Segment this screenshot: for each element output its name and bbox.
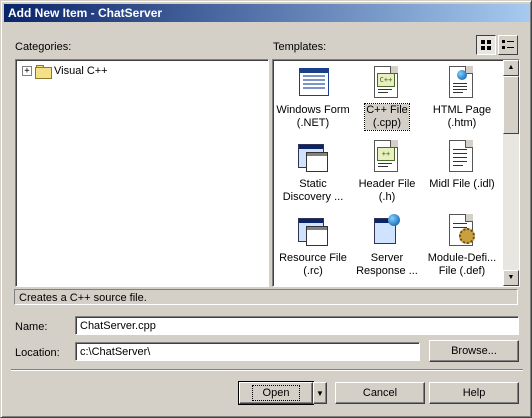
resource-file-icon bbox=[296, 214, 330, 248]
browse-button[interactable]: Browse... bbox=[429, 340, 519, 362]
down-arrow-icon: ▼ bbox=[507, 274, 515, 281]
help-button[interactable]: Help bbox=[429, 382, 519, 404]
header-file-icon: ++ bbox=[370, 140, 404, 174]
tree-item-visual-cpp[interactable]: + Visual C++ bbox=[22, 65, 108, 79]
categories-tree[interactable]: + Visual C++ bbox=[15, 59, 269, 287]
cpp-file-icon: C++ bbox=[370, 66, 404, 100]
scroll-down-button[interactable]: ▼ bbox=[503, 270, 519, 286]
module-def-icon bbox=[445, 214, 479, 248]
up-arrow-icon: ▲ bbox=[507, 64, 515, 71]
chevron-down-icon: ▼ bbox=[316, 389, 324, 398]
template-label: HTML Page (.htm) bbox=[432, 104, 492, 129]
server-response-icon bbox=[370, 214, 404, 248]
template-label: Windows Form (.NET) bbox=[276, 104, 350, 129]
template-cpp-file[interactable]: C++ C++ File (.cpp) bbox=[348, 66, 426, 131]
small-icons-view-button[interactable] bbox=[498, 35, 518, 55]
midl-file-icon bbox=[445, 140, 479, 174]
templates-scrollbar[interactable]: ▲ ▼ bbox=[503, 60, 519, 286]
template-midl-file[interactable]: Midl File (.idl) bbox=[423, 140, 501, 191]
template-label: Midl File (.idl) bbox=[429, 178, 495, 190]
template-server-response[interactable]: Server Response ... bbox=[348, 214, 426, 278]
template-label: C++ File (.cpp) bbox=[364, 103, 410, 131]
location-input[interactable]: c:\ChatServer\ bbox=[75, 342, 420, 361]
templates-list[interactable]: Windows Form (.NET) C++ C++ File (.cpp) HT… bbox=[272, 59, 520, 287]
expand-icon[interactable]: + bbox=[22, 66, 32, 76]
windows-form-icon bbox=[296, 66, 330, 100]
scroll-up-button[interactable]: ▲ bbox=[503, 60, 519, 76]
template-description: Creates a C++ source file. bbox=[14, 289, 518, 305]
static-discovery-icon bbox=[296, 140, 330, 174]
template-label: Static Discovery ... bbox=[282, 178, 344, 203]
name-label: Name: bbox=[15, 321, 48, 333]
large-icons-view-button[interactable] bbox=[476, 35, 496, 55]
separator bbox=[11, 369, 523, 371]
html-page-icon bbox=[445, 66, 479, 100]
template-label: Header File (.h) bbox=[358, 178, 416, 203]
tree-item-label: Visual C++ bbox=[54, 65, 108, 77]
location-label: Location: bbox=[15, 347, 60, 359]
templates-label: Templates: bbox=[273, 41, 327, 53]
template-label: Server Response ... bbox=[356, 252, 418, 277]
window-title: Add New Item - ChatServer bbox=[8, 6, 163, 20]
name-input[interactable]: ChatServer.cpp bbox=[75, 316, 519, 335]
template-resource-file[interactable]: Resource File (.rc) bbox=[274, 214, 352, 278]
scroll-thumb[interactable] bbox=[503, 76, 519, 134]
add-new-item-dialog: Add New Item - ChatServer Categories: Te… bbox=[0, 0, 532, 418]
folder-icon bbox=[35, 65, 52, 79]
template-module-def[interactable]: Module-Defi... File (.def) bbox=[423, 214, 501, 278]
template-label: Module-Defi... File (.def) bbox=[427, 252, 497, 277]
large-icons-view-icon bbox=[481, 40, 491, 50]
template-label: Resource File (.rc) bbox=[279, 252, 347, 277]
title-bar[interactable]: Add New Item - ChatServer bbox=[4, 4, 530, 22]
categories-label: Categories: bbox=[15, 41, 72, 53]
template-header-file[interactable]: ++ Header File (.h) bbox=[348, 140, 426, 204]
open-dropdown-button[interactable]: ▼ bbox=[313, 382, 327, 404]
template-html-page[interactable]: HTML Page (.htm) bbox=[423, 66, 501, 130]
cancel-button[interactable]: Cancel bbox=[335, 382, 425, 404]
open-button-label: Open bbox=[251, 385, 301, 401]
list-view-icon bbox=[502, 40, 514, 50]
template-windows-form[interactable]: Windows Form (.NET) bbox=[274, 66, 352, 130]
template-static-discovery[interactable]: Static Discovery ... bbox=[274, 140, 352, 204]
open-button[interactable]: Open bbox=[238, 381, 314, 405]
